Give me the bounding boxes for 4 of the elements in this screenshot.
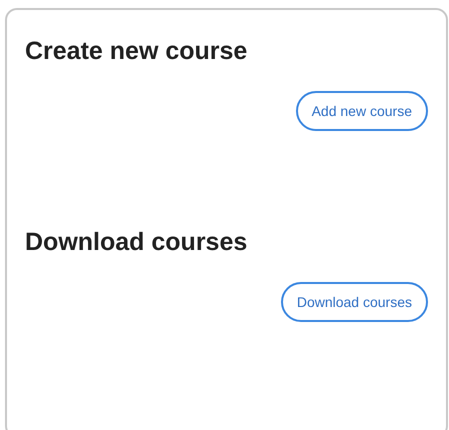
section-heading: Create new course: [25, 36, 248, 66]
action-button[interactable]: Add new course: [296, 91, 428, 131]
action-button[interactable]: Download courses: [280, 282, 428, 322]
section-heading: Download courses: [25, 227, 248, 257]
